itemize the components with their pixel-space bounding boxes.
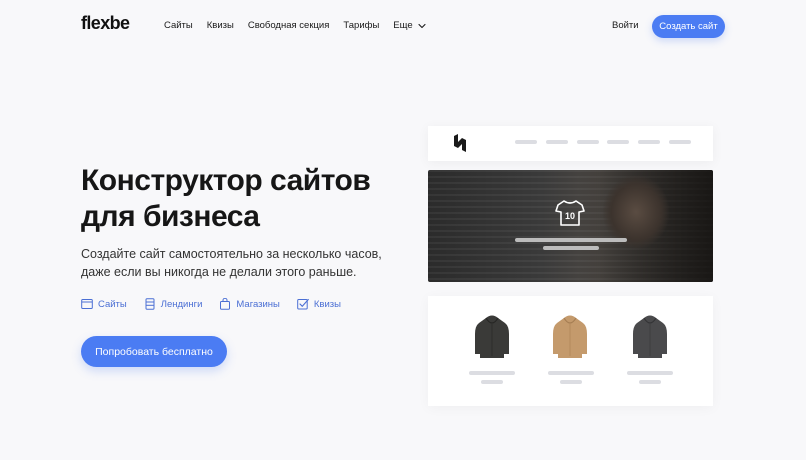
preview-nav-placeholder bbox=[515, 140, 537, 144]
product-title-placeholder bbox=[627, 371, 673, 375]
preview-nav-placeholder bbox=[577, 140, 599, 144]
tshirt-number: 10 bbox=[565, 211, 575, 221]
feature-stores-label: Магазины bbox=[236, 298, 280, 310]
preview-site-header bbox=[428, 126, 713, 161]
tshirt-icon: 10 bbox=[555, 200, 585, 226]
feature-quizzes[interactable]: Квизы bbox=[297, 298, 341, 310]
browser-window-icon bbox=[81, 299, 93, 309]
preview-products-block bbox=[428, 296, 713, 406]
chevron-down-icon bbox=[418, 23, 426, 28]
flexbe-logo[interactable]: flexbe bbox=[81, 13, 130, 34]
preview-nav-placeholder bbox=[546, 140, 568, 144]
site-header: flexbe Сайты Квизы Свободная секция Тари… bbox=[0, 0, 806, 52]
feature-links: Сайты Лендинги Магазины Квизы bbox=[81, 298, 358, 310]
preview-banner: 10 bbox=[428, 170, 713, 282]
product-card bbox=[550, 314, 590, 404]
preview-logo-icon bbox=[454, 134, 466, 152]
preview-nav-placeholder bbox=[669, 140, 691, 144]
banner-text-placeholder bbox=[515, 238, 627, 242]
banner-text-placeholder bbox=[543, 246, 599, 250]
nav-item-sites[interactable]: Сайты bbox=[164, 20, 193, 31]
preview-nav-placeholder bbox=[638, 140, 660, 144]
hoodie-icon bbox=[553, 315, 587, 358]
feature-stores[interactable]: Магазины bbox=[219, 298, 280, 310]
banner-person-photo bbox=[578, 170, 713, 282]
hero-title: Конструктор сайтов для бизнеса bbox=[81, 163, 401, 235]
feature-landings[interactable]: Лендинги bbox=[144, 298, 203, 310]
product-price-placeholder bbox=[639, 380, 661, 384]
product-card bbox=[472, 314, 512, 404]
product-price-placeholder bbox=[481, 380, 503, 384]
nav-item-free-section[interactable]: Свободная секция bbox=[248, 20, 330, 31]
login-link[interactable]: Войти bbox=[612, 20, 639, 31]
product-card bbox=[630, 314, 670, 404]
nav-item-more[interactable]: Еще bbox=[393, 20, 426, 31]
nav-item-pricing[interactable]: Тарифы bbox=[343, 20, 379, 31]
feature-quizzes-label: Квизы bbox=[313, 298, 341, 310]
product-title-placeholder bbox=[548, 371, 594, 375]
try-free-button[interactable]: Попробовать бесплатно bbox=[81, 336, 227, 367]
hoodie-icon bbox=[475, 315, 509, 358]
preview-nav-placeholder bbox=[607, 140, 629, 144]
hero-title-line-1: Конструктор сайтов bbox=[81, 164, 371, 197]
feature-landings-label: Лендинги bbox=[160, 298, 203, 310]
checkbox-icon bbox=[297, 298, 309, 310]
hoodie-icon bbox=[633, 315, 667, 358]
main-nav: Сайты Квизы Свободная секция Тарифы Еще bbox=[164, 20, 440, 31]
feature-sites[interactable]: Сайты bbox=[81, 298, 127, 310]
nav-item-quizzes[interactable]: Квизы bbox=[207, 20, 234, 31]
nav-more-label: Еще bbox=[393, 20, 413, 31]
hero-subtitle: Создайте сайт самостоятельно за нескольк… bbox=[81, 247, 382, 279]
shopping-bag-icon bbox=[220, 298, 231, 310]
hero-title-line-2: для бизнеса bbox=[81, 200, 260, 233]
landing-page-icon bbox=[145, 298, 155, 310]
product-price-placeholder bbox=[560, 380, 582, 384]
create-site-button[interactable]: Создать сайт bbox=[652, 15, 725, 38]
feature-sites-label: Сайты bbox=[98, 298, 127, 310]
product-title-placeholder bbox=[469, 371, 515, 375]
